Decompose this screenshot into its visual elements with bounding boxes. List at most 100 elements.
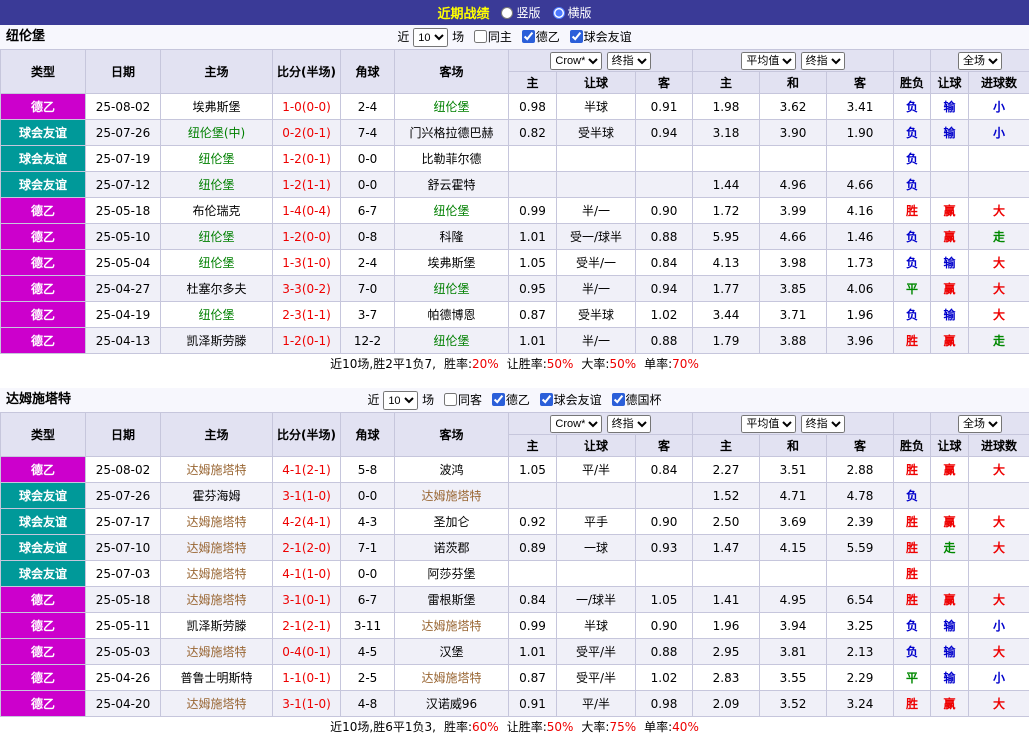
filter-cup[interactable]: 德国杯 [608, 393, 662, 407]
goals-result-cell: 大 [969, 691, 1029, 717]
goals-result-cell: 大 [969, 302, 1029, 328]
odds-home-cell: 0.87 [509, 302, 557, 328]
avg-away-cell: 2.39 [827, 509, 894, 535]
match-count-select[interactable]: 10 [383, 391, 418, 410]
layout-option-horizontal[interactable]: 横版 [553, 4, 592, 21]
corner-score-cell: 6-7 [341, 198, 395, 224]
filter-league2[interactable]: 德乙 [488, 393, 530, 407]
filter-same-away[interactable]: 同客 [440, 393, 482, 407]
match-row: 德乙25-05-03达姆施塔特0-4(0-1)4-5汉堡1.01受平/半0.88… [1, 639, 1029, 665]
odds-home-cell: 0.91 [509, 691, 557, 717]
avg-away-cell [827, 561, 894, 587]
odds-handicap-cell: 受半/一 [557, 250, 636, 276]
match-row: 德乙25-04-27杜塞尔多夫3-3(0-2)7-0纽伦堡0.95半/一0.94… [1, 276, 1029, 302]
odds-handicap-cell: 半/一 [557, 276, 636, 302]
corner-score-cell: 3-7 [341, 302, 395, 328]
league2-checkbox[interactable] [492, 393, 505, 406]
filter-friendly[interactable]: 球会友谊 [536, 393, 602, 407]
league-type-badge: 球会友谊 [1, 561, 86, 587]
vertical-layout-radio[interactable] [501, 7, 513, 19]
odds-time-select[interactable]: 终指 [607, 52, 651, 70]
odds-away-cell: 1.02 [636, 302, 693, 328]
results-table: 类型 日期 主场 比分(半场) 角球 客场 Crow* 终指 平均值 终指 全场 [0, 412, 1029, 717]
away-team-name: 科隆 [395, 224, 509, 250]
handicap-result-cell: 输 [931, 613, 969, 639]
filter-league2[interactable]: 德乙 [518, 30, 560, 44]
scope-select[interactable]: 全场 [958, 52, 1002, 70]
handicap-result-cell [931, 146, 969, 172]
corner-score-cell: 4-8 [341, 691, 395, 717]
over-rate-stat: 大率:50% [581, 357, 636, 371]
avg-draw-cell: 3.69 [760, 509, 827, 535]
away-team-name: 埃弗斯堡 [395, 250, 509, 276]
home-team-name: 凯泽斯劳滕 [161, 613, 273, 639]
filter-same-home[interactable]: 同主 [470, 30, 512, 44]
friendly-checkbox[interactable] [540, 393, 553, 406]
odds-home-cell: 0.98 [509, 94, 557, 120]
layout-option-vertical[interactable]: 竖版 [501, 4, 540, 21]
corner-score-cell: 0-0 [341, 172, 395, 198]
cup-checkbox[interactable] [612, 393, 625, 406]
col-handicap-result: 让球 [931, 72, 969, 94]
league-type-badge: 德乙 [1, 276, 86, 302]
corner-score-cell: 12-2 [341, 328, 395, 354]
odds-handicap-cell: 一/球半 [557, 587, 636, 613]
match-date: 25-07-19 [86, 146, 161, 172]
league2-checkbox[interactable] [522, 30, 535, 43]
league2-label: 德乙 [536, 30, 560, 44]
avg-draw-cell: 3.85 [760, 276, 827, 302]
handicap-result-cell: 赢 [931, 224, 969, 250]
match-result-cell: 负 [894, 146, 931, 172]
match-row: 球会友谊25-07-17达姆施塔特4-2(4-1)4-3圣加仑0.92平手0.9… [1, 509, 1029, 535]
match-row: 德乙25-04-19纽伦堡2-3(1-1)3-7帕德博恩0.87受半球1.023… [1, 302, 1029, 328]
bookmaker-select[interactable]: Crow* [550, 52, 602, 70]
match-date: 25-05-18 [86, 198, 161, 224]
average-select[interactable]: 平均值 [741, 415, 796, 433]
same-away-checkbox[interactable] [444, 393, 457, 406]
odds-away-cell [636, 561, 693, 587]
filter-friendly[interactable]: 球会友谊 [566, 30, 632, 44]
friendly-checkbox[interactable] [570, 30, 583, 43]
league-type-badge: 球会友谊 [1, 509, 86, 535]
score-cell: 1-2(0-1) [273, 146, 341, 172]
corner-score-cell: 2-5 [341, 665, 395, 691]
odds-handicap-cell: 受平/半 [557, 665, 636, 691]
match-count-select[interactable]: 10 [413, 28, 448, 47]
avg-away-cell: 5.59 [827, 535, 894, 561]
league-type-badge: 球会友谊 [1, 483, 86, 509]
odd-rate-stat: 单率:70% [644, 357, 699, 371]
match-date: 25-04-13 [86, 328, 161, 354]
page-title: 近期战绩 [437, 3, 489, 22]
odds-home-cell: 0.82 [509, 120, 557, 146]
corner-score-cell: 0-8 [341, 224, 395, 250]
scope-select[interactable]: 全场 [958, 415, 1002, 433]
avg-draw-cell: 4.96 [760, 172, 827, 198]
col-goals: 进球数 [969, 435, 1029, 457]
avg-away-cell: 2.88 [827, 457, 894, 483]
corner-score-cell: 0-0 [341, 483, 395, 509]
away-team-name: 阿莎芬堡 [395, 561, 509, 587]
score-cell: 1-0(0-0) [273, 94, 341, 120]
match-date: 25-07-17 [86, 509, 161, 535]
horizontal-layout-radio[interactable] [553, 7, 565, 19]
avg-time-select[interactable]: 终指 [801, 415, 845, 433]
odds-time-select[interactable]: 终指 [607, 415, 651, 433]
goals-result-cell: 大 [969, 639, 1029, 665]
goals-result-cell: 大 [969, 535, 1029, 561]
match-row: 德乙25-05-04纽伦堡1-3(1-0)2-4埃弗斯堡1.05受半/一0.84… [1, 250, 1029, 276]
same-home-checkbox[interactable] [474, 30, 487, 43]
league-type-badge: 德乙 [1, 587, 86, 613]
average-select[interactable]: 平均值 [741, 52, 796, 70]
avg-time-select[interactable]: 终指 [801, 52, 845, 70]
odds-handicap-cell: 一球 [557, 535, 636, 561]
match-date: 25-07-10 [86, 535, 161, 561]
col-corner: 角球 [341, 413, 395, 457]
avg-draw-cell: 3.94 [760, 613, 827, 639]
score-cell: 3-3(0-2) [273, 276, 341, 302]
score-cell: 3-1(1-0) [273, 691, 341, 717]
summary-prefix: 近10场,胜2平1负7, [330, 357, 436, 371]
bookmaker-select[interactable]: Crow* [550, 415, 602, 433]
home-team-name: 纽伦堡 [161, 250, 273, 276]
avg-group-header: 平均值 终指 [693, 413, 894, 435]
league2-label: 德乙 [506, 393, 530, 407]
